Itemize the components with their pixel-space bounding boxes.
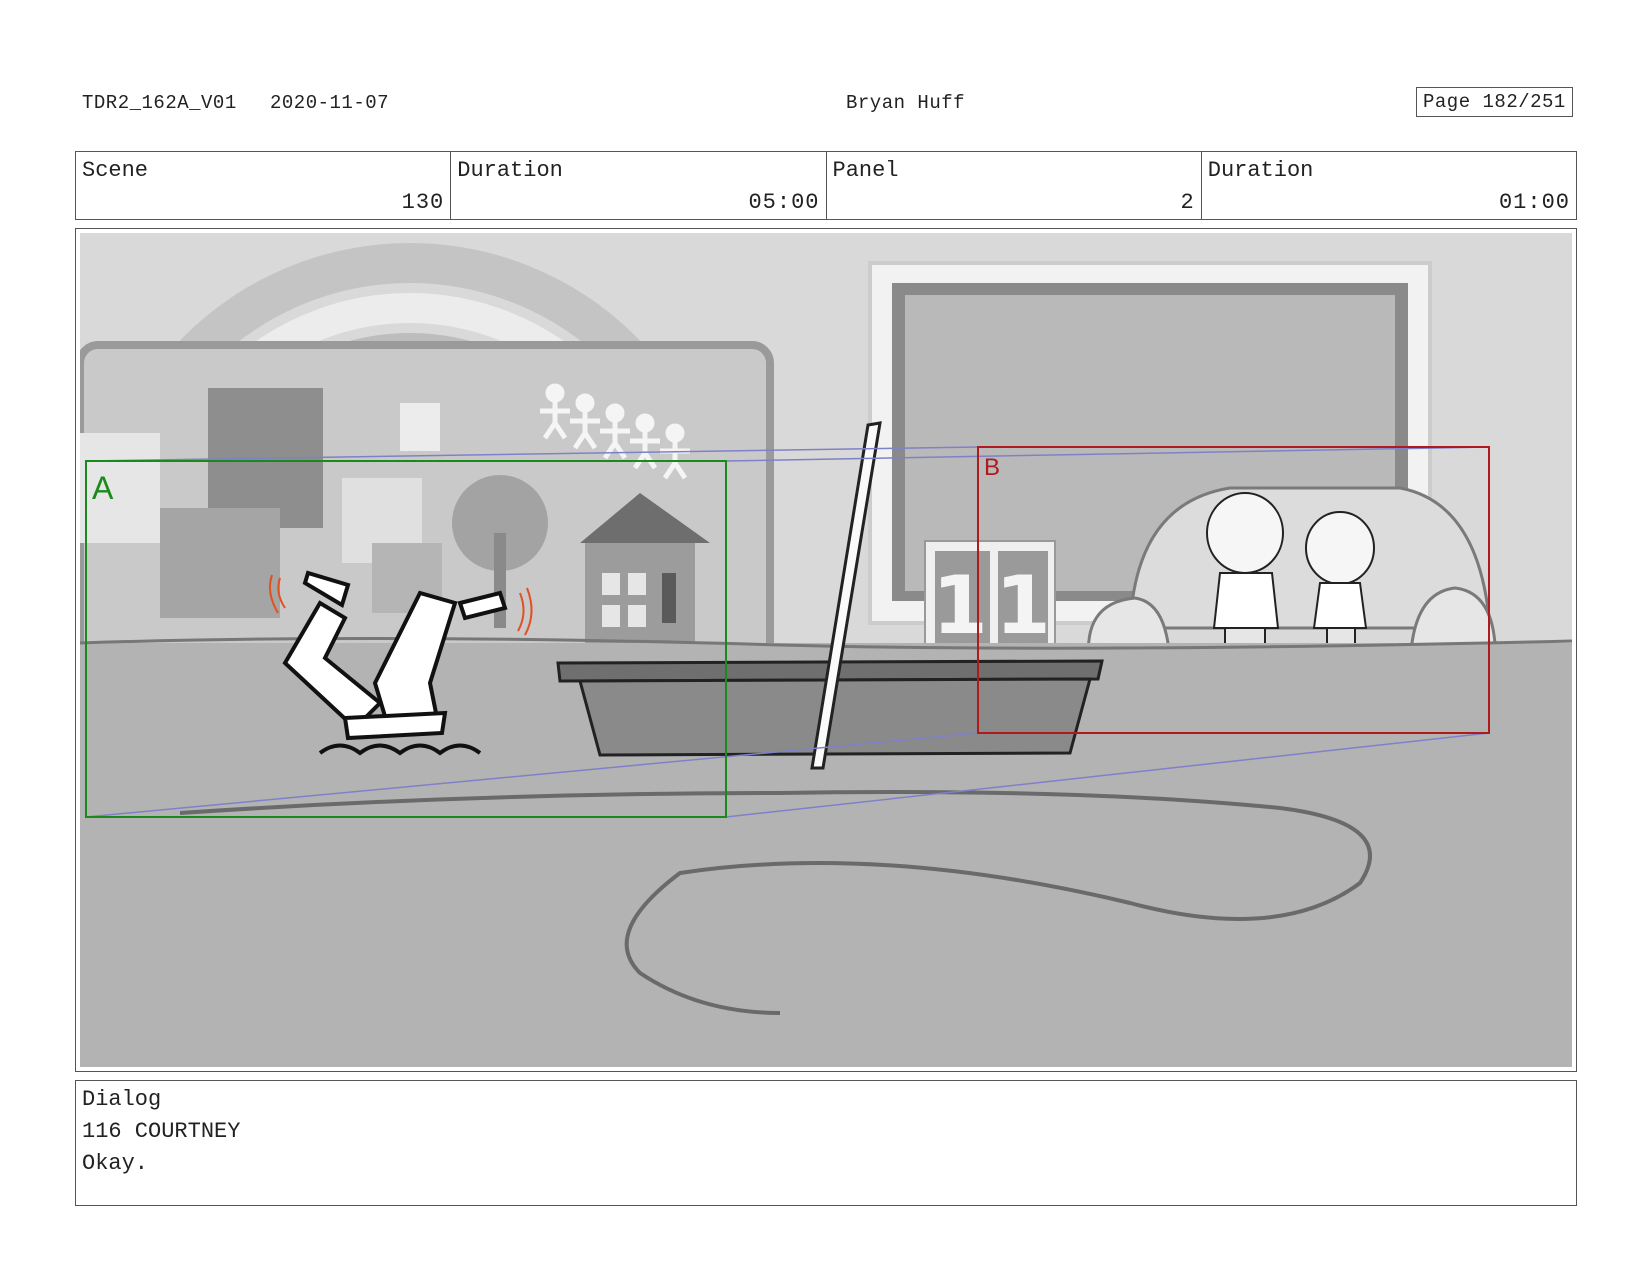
file-id: TDR2_162A_V01 (82, 92, 237, 114)
scene-value: 130 (401, 190, 445, 215)
scene-cell: Scene 130 (76, 152, 452, 219)
scene-duration-cell: Duration 05:00 (451, 152, 827, 219)
artist-name: Bryan Huff (846, 92, 966, 114)
panel-cell: Panel 2 (827, 152, 1202, 219)
svg-text:1: 1 (932, 559, 988, 652)
dialog-line: Okay. (82, 1151, 149, 1176)
panel-duration-cell: Duration 01:00 (1202, 152, 1576, 219)
panel-duration-value: 01:00 (1498, 190, 1570, 215)
dialog-label: Dialog (82, 1087, 162, 1112)
camera-frame-b-label: B (984, 454, 1000, 481)
svg-text:1: 1 (995, 559, 1051, 652)
page-number: Page 182/251 (1416, 87, 1573, 117)
number-block: 1 1 (924, 540, 1056, 660)
panel-value: 2 (1180, 190, 1195, 215)
panel-label: Panel (832, 158, 899, 183)
scene-duration-value: 05:00 (748, 190, 820, 215)
camera-frame-a-label: A (92, 470, 114, 506)
scene-info-table: Scene 130 Duration 05:00 Panel 2 Duratio… (75, 151, 1577, 220)
storyboard-panel: 1 1 A B (75, 228, 1577, 1072)
dialog-character: 116 COURTNEY (82, 1119, 241, 1144)
storyboard-drawing: 1 1 A B (80, 233, 1572, 1067)
scene-label: Scene (82, 158, 149, 183)
panel-duration-label: Duration (1207, 158, 1314, 183)
scene-duration-label: Duration (457, 158, 563, 183)
dialog-box: Dialog 116 COURTNEY Okay. (75, 1080, 1577, 1206)
file-date: 2020-11-07 (270, 92, 390, 114)
